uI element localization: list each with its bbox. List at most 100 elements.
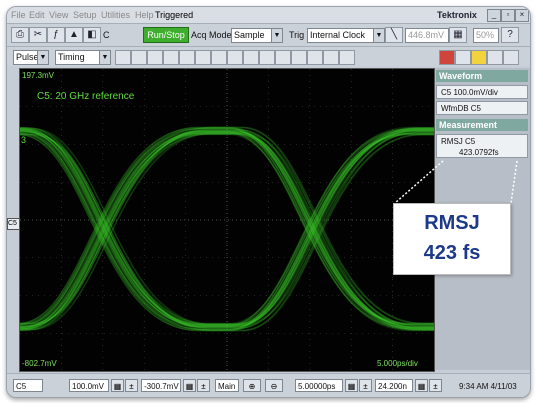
channel-position-marker[interactable]: C5 <box>7 218 20 230</box>
meas-category-select[interactable]: Timing ▼ <box>55 50 111 65</box>
rmsj-callout: RMSJ 423 fs <box>393 203 511 275</box>
bottom-level-label: -802.7mV <box>22 359 57 368</box>
horizontal-position-field[interactable]: 24.200n <box>375 379 413 392</box>
spin-icon[interactable]: ± <box>359 379 372 392</box>
crossing-icon[interactable] <box>291 50 307 65</box>
slope-icon[interactable] <box>179 50 195 65</box>
horizontal-scale-field[interactable]: 5.00000ps <box>295 379 343 392</box>
acq-mode-label: Acq Mode <box>191 30 232 40</box>
eye-trace <box>20 128 434 326</box>
timebase-select[interactable]: Main <box>215 379 239 392</box>
eye-trace <box>20 133 434 332</box>
run-stop-button[interactable]: Run/Stop <box>143 27 189 43</box>
slope-down-icon[interactable] <box>195 50 211 65</box>
chevron-down-icon: ▼ <box>271 29 282 42</box>
chevron-down-icon: ▼ <box>373 29 384 42</box>
menu-utilities[interactable]: Utilities <box>101 10 130 20</box>
time-div-label: 5.000ps/div <box>377 359 418 368</box>
menu-bar: File Edit View Setup Utilities Help Trig… <box>7 7 530 24</box>
restore-button[interactable]: ▫ <box>501 9 515 22</box>
menu-edit[interactable]: Edit <box>29 10 45 20</box>
trigger-state-label: Triggered <box>155 10 194 20</box>
zoom-field[interactable]: 50% <box>473 28 499 43</box>
measurement-item[interactable]: RMSJ C5 423.0792fs <box>436 134 528 158</box>
keypad-icon[interactable]: ▦ <box>183 379 196 392</box>
meas-color-icon[interactable] <box>439 50 455 65</box>
menu-file[interactable]: File <box>11 10 26 20</box>
chevron-down-icon: ▼ <box>37 51 48 64</box>
meas-item-name: RMSJ C5 <box>441 137 476 146</box>
eye-trace <box>20 133 434 331</box>
offset-field[interactable]: -300.7mV <box>141 379 181 392</box>
burst-icon[interactable] <box>275 50 291 65</box>
eye-diagram <box>20 69 434 371</box>
eye-trace <box>20 132 434 330</box>
meas-category-value: Timing <box>58 52 85 62</box>
waveform-header[interactable]: Waveform <box>436 70 528 82</box>
duty-icon[interactable] <box>259 50 275 65</box>
eye-trace <box>20 128 434 326</box>
waveform-item-wfmdb[interactable]: WfmDB C5 <box>436 101 528 115</box>
pulse-neg-icon[interactable] <box>163 50 179 65</box>
main-toolbar: ⎙ ✂ ƒ ▲ ◧ C Run/Stop Acq Mode Sample ▼ Tr… <box>7 24 530 47</box>
reference-label: C5: 20 GHz reference <box>37 91 135 102</box>
eye-trace <box>20 128 434 326</box>
spin-icon[interactable]: ± <box>197 379 210 392</box>
trig-source-select[interactable]: Internal Clock ▼ <box>307 28 385 43</box>
trig-slope-icon[interactable]: ╲ <box>385 27 403 43</box>
minimize-button[interactable]: _ <box>487 9 501 22</box>
eye-trace <box>20 128 434 326</box>
width-icon[interactable] <box>243 50 259 65</box>
rise-icon[interactable] <box>115 50 131 65</box>
close-button[interactable]: × <box>515 9 529 22</box>
trig-label: Trig <box>289 30 305 40</box>
fall-icon[interactable] <box>131 50 147 65</box>
histogram-icon[interactable] <box>471 50 487 65</box>
clock: 9:34 AM 4/11/03 <box>459 382 517 391</box>
waveform-item-scale[interactable]: C5 100.0mV/div <box>436 85 528 99</box>
channel-icon[interactable]: ◧ <box>83 27 101 43</box>
freq-icon[interactable] <box>227 50 243 65</box>
zoom-in-icon[interactable]: ⊕ <box>243 379 261 392</box>
eye-trace <box>20 128 434 326</box>
eye-trace <box>20 133 434 331</box>
menu-help[interactable]: Help <box>135 10 154 20</box>
acq-mode-select[interactable]: Sample ▼ <box>231 28 283 43</box>
trig-level-field[interactable]: 446.8mV <box>405 28 449 43</box>
trig-source-value: Internal Clock <box>310 30 366 40</box>
jitter-icon[interactable] <box>339 50 355 65</box>
spin-icon[interactable]: ± <box>125 379 138 392</box>
acq-mode-value: Sample <box>234 30 265 40</box>
measurement-header[interactable]: Measurement <box>436 119 528 131</box>
eye-trace <box>20 128 434 326</box>
menu-setup[interactable]: Setup <box>73 10 97 20</box>
spin-icon[interactable]: ± <box>429 379 442 392</box>
waveform-display[interactable]: 197.3mV C5: 20 GHz reference 3 -802.7mV … <box>19 68 435 372</box>
keypad-icon[interactable]: ▦ <box>111 379 124 392</box>
measurement-toolbar: Pulse ▼ Timing ▼ <box>7 47 530 66</box>
wave-view-icon[interactable] <box>455 50 471 65</box>
menu-view[interactable]: View <box>49 10 68 20</box>
waveform-color-icon[interactable]: ▲ <box>65 27 83 43</box>
math-icon[interactable]: ƒ <box>47 27 65 43</box>
keypad-icon[interactable]: ▦ <box>345 379 358 392</box>
pulse-pos-icon[interactable] <box>147 50 163 65</box>
level-marker: 3 <box>21 135 27 145</box>
keypad-icon[interactable]: ▦ <box>415 379 428 392</box>
callout-value: 423 fs <box>423 242 481 264</box>
zoom-out-icon[interactable]: ⊖ <box>265 379 283 392</box>
delay-icon[interactable] <box>307 50 323 65</box>
mask-icon[interactable] <box>487 50 503 65</box>
tools-icon[interactable]: ✂ <box>29 27 47 43</box>
callout-title: RMSJ <box>424 212 480 234</box>
mode-select[interactable]: Pulse ▼ <box>13 50 49 65</box>
period-icon[interactable] <box>211 50 227 65</box>
volts-div-field[interactable]: 100.0mV <box>69 379 109 392</box>
phase-icon[interactable] <box>323 50 339 65</box>
print-icon[interactable]: ⎙ <box>11 27 29 43</box>
layout-icon[interactable]: ▦ <box>449 27 467 43</box>
chevron-down-icon: ▼ <box>99 51 110 64</box>
cursor-icon[interactable] <box>503 50 519 65</box>
channel-select[interactable]: C5 <box>13 379 43 392</box>
help-icon[interactable]: ? <box>501 27 519 43</box>
